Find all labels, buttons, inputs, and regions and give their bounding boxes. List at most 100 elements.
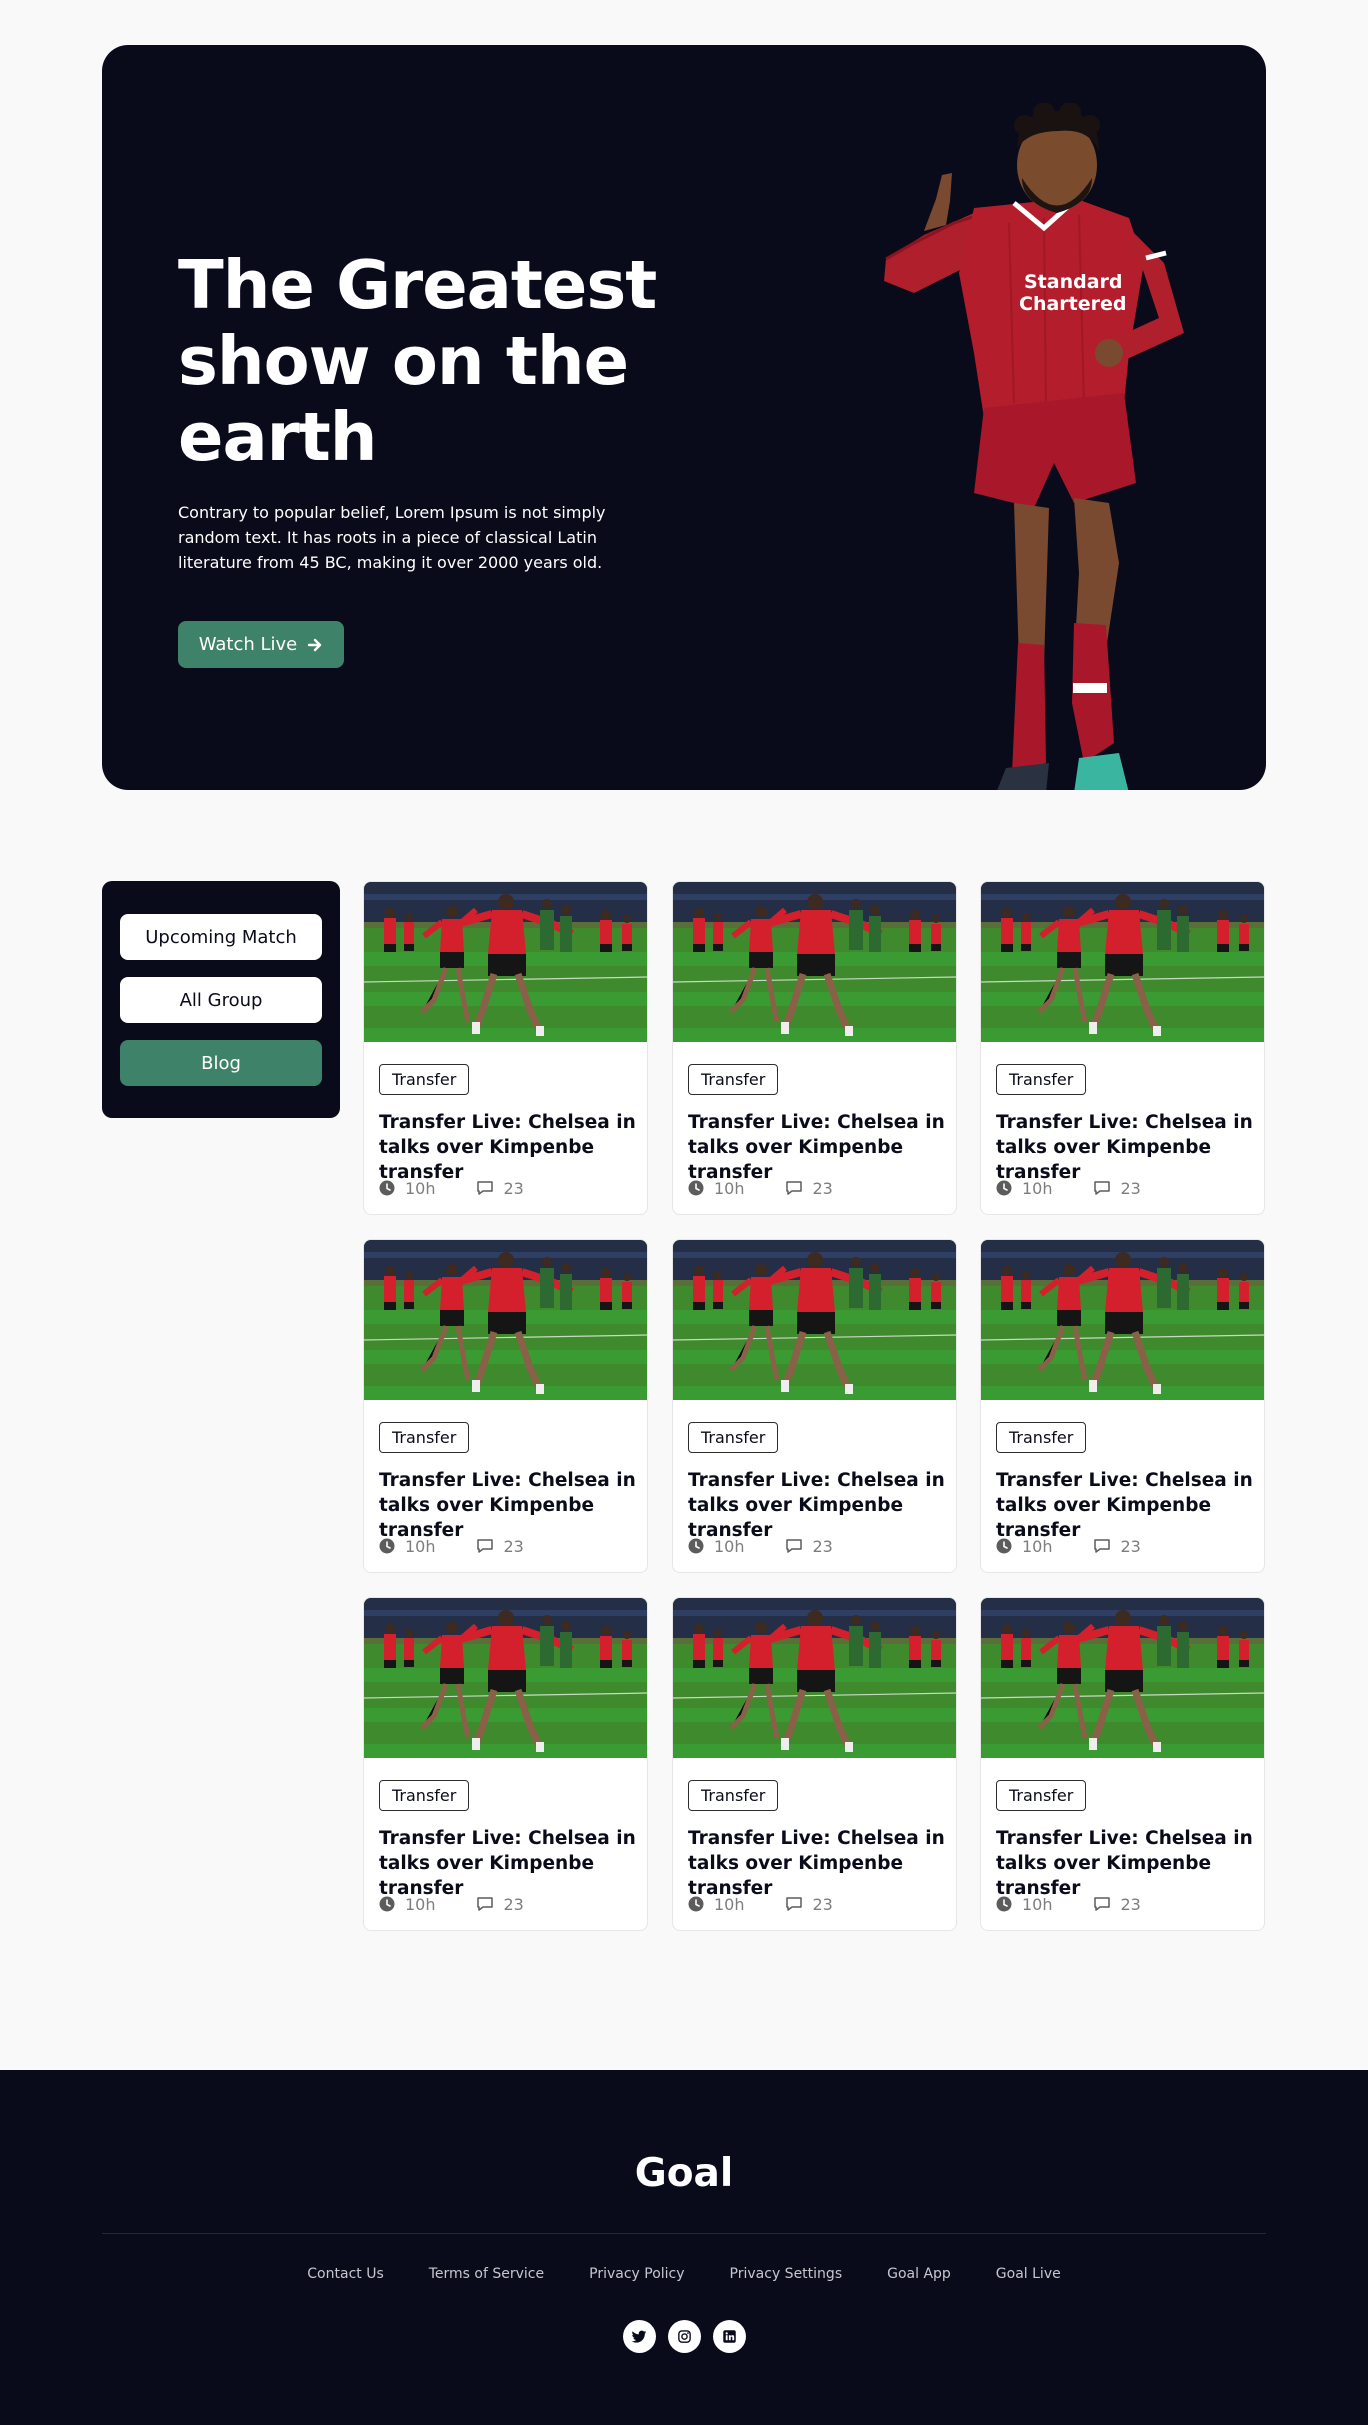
clock-icon [996, 1538, 1012, 1554]
card-tag[interactable]: Transfer [688, 1780, 779, 1811]
card-image[interactable] [364, 1598, 648, 1758]
sidebar-item-label: Blog [201, 1052, 241, 1074]
sidebar-item-upcoming-match[interactable]: Upcoming Match [120, 914, 322, 960]
card-time: 10h [714, 1894, 745, 1914]
footer-link-contact-us[interactable]: Contact Us [307, 2266, 383, 2282]
blog-card[interactable]: Transfer Transfer Live: Chelsea in talks … [363, 1239, 648, 1573]
card-tag[interactable]: Transfer [379, 1422, 470, 1453]
card-comment-count: 23 [1120, 1178, 1141, 1198]
comment-icon [476, 1896, 494, 1912]
card-title[interactable]: Transfer Live: Chelsea in talks over Kim… [688, 1468, 953, 1543]
blog-card[interactable]: Transfer Transfer Live: Chelsea in talks … [363, 881, 648, 1215]
hero-title: The Greatest show on the earth [178, 246, 657, 476]
blog-card[interactable]: Transfer Transfer Live: Chelsea in talks … [980, 1239, 1265, 1573]
card-tag[interactable]: Transfer [688, 1422, 779, 1453]
blog-card[interactable]: Transfer Transfer Live: Chelsea in talks … [363, 1597, 648, 1931]
card-time: 10h [714, 1178, 745, 1198]
blog-card[interactable]: Transfer Transfer Live: Chelsea in talks … [672, 881, 957, 1215]
svg-text:Chartered: Chartered [1019, 293, 1127, 315]
card-image[interactable] [981, 1598, 1265, 1758]
card-title[interactable]: Transfer Live: Chelsea in talks over Kim… [379, 1826, 644, 1901]
comment-icon [785, 1180, 803, 1196]
blog-card[interactable]: Transfer Transfer Live: Chelsea in talks … [672, 1597, 957, 1931]
sidebar-item-all-group[interactable]: All Group [120, 977, 322, 1023]
svg-text:Standard: Standard [1024, 271, 1123, 293]
card-comment-count: 23 [812, 1536, 833, 1556]
clock-icon [379, 1180, 395, 1196]
blog-card[interactable]: Transfer Transfer Live: Chelsea in talks … [980, 881, 1265, 1215]
card-title[interactable]: Transfer Live: Chelsea in talks over Kim… [996, 1826, 1261, 1901]
footer-link-goal-live[interactable]: Goal Live [996, 2266, 1061, 2282]
card-tag[interactable]: Transfer [688, 1064, 779, 1095]
watch-live-button[interactable]: Watch Live [178, 621, 344, 668]
linkedin-icon [722, 2330, 736, 2343]
footer-link-goal-app[interactable]: Goal App [887, 2266, 951, 2282]
player-celebration-image: Standard Chartered [884, 103, 1184, 790]
hero-description: Contrary to popular belief, Lorem Ipsum … [178, 503, 606, 572]
linkedin-button[interactable] [712, 2320, 746, 2353]
card-image[interactable] [981, 882, 1265, 1042]
category-sidebar: Upcoming Match All Group Blog [102, 881, 340, 1118]
hero-banner: The Greatest show on the earth Contrary … [102, 45, 1266, 790]
social-links [0, 2320, 1368, 2353]
card-time: 10h [714, 1536, 745, 1556]
card-image[interactable] [673, 882, 957, 1042]
footer-links: Contact Us Terms of Service Privacy Poli… [0, 2266, 1368, 2282]
card-meta: 10h 23 [379, 1536, 524, 1556]
clock-icon [688, 1180, 704, 1196]
card-time: 10h [1022, 1178, 1053, 1198]
clock-icon [996, 1180, 1012, 1196]
card-image[interactable] [364, 1240, 648, 1400]
blog-card[interactable]: Transfer Transfer Live: Chelsea in talks … [980, 1597, 1265, 1931]
card-title[interactable]: Transfer Live: Chelsea in talks over Kim… [996, 1468, 1261, 1543]
card-time: 10h [405, 1178, 436, 1198]
card-image[interactable] [364, 882, 648, 1042]
card-image[interactable] [673, 1598, 957, 1758]
sidebar-item-blog[interactable]: Blog [120, 1040, 322, 1086]
card-comment-count: 23 [812, 1178, 833, 1198]
footer-link-privacy-settings[interactable]: Privacy Settings [730, 2266, 843, 2282]
instagram-button[interactable] [667, 2320, 701, 2353]
footer-divider [102, 2233, 1266, 2234]
card-comment-count: 23 [1120, 1536, 1141, 1556]
card-comment-count: 23 [812, 1894, 833, 1914]
twitter-button[interactable] [622, 2320, 656, 2353]
card-comment-count: 23 [1120, 1894, 1141, 1914]
card-title[interactable]: Transfer Live: Chelsea in talks over Kim… [688, 1826, 953, 1901]
card-title[interactable]: Transfer Live: Chelsea in talks over Kim… [688, 1110, 953, 1185]
clock-icon [688, 1896, 704, 1912]
sidebar-item-label: Upcoming Match [145, 926, 297, 948]
card-meta: 10h 23 [688, 1894, 833, 1914]
card-image[interactable] [981, 1240, 1265, 1400]
footer-link-privacy-policy[interactable]: Privacy Policy [589, 2266, 684, 2282]
card-comment-count: 23 [503, 1894, 524, 1914]
card-title[interactable]: Transfer Live: Chelsea in talks over Kim… [379, 1110, 644, 1185]
comment-icon [476, 1180, 494, 1196]
card-tag[interactable]: Transfer [996, 1780, 1087, 1811]
twitter-icon [631, 2330, 647, 2343]
card-tag[interactable]: Transfer [379, 1064, 470, 1095]
comment-icon [476, 1538, 494, 1554]
card-meta: 10h 23 [996, 1894, 1141, 1914]
comment-icon [1093, 1538, 1111, 1554]
sidebar-item-label: All Group [179, 989, 263, 1011]
card-tag[interactable]: Transfer [996, 1064, 1087, 1095]
card-meta: 10h 23 [379, 1178, 524, 1198]
blog-card[interactable]: Transfer Transfer Live: Chelsea in talks … [672, 1239, 957, 1573]
card-tag[interactable]: Transfer [379, 1780, 470, 1811]
card-tag[interactable]: Transfer [996, 1422, 1087, 1453]
comment-icon [785, 1896, 803, 1912]
card-title[interactable]: Transfer Live: Chelsea in talks over Kim… [379, 1468, 644, 1543]
clock-icon [379, 1538, 395, 1554]
clock-icon [996, 1896, 1012, 1912]
watch-live-label: Watch Live [198, 634, 298, 655]
footer-link-terms-of-service[interactable]: Terms of Service [429, 2266, 544, 2282]
card-comment-count: 23 [503, 1536, 524, 1556]
card-title[interactable]: Transfer Live: Chelsea in talks over Kim… [996, 1110, 1261, 1185]
instagram-icon [677, 2330, 691, 2343]
clock-icon [379, 1896, 395, 1912]
card-time: 10h [405, 1894, 436, 1914]
card-image[interactable] [673, 1240, 957, 1400]
arrow-right-icon [308, 638, 322, 651]
footer-logo[interactable]: Goal [0, 2151, 1368, 2196]
